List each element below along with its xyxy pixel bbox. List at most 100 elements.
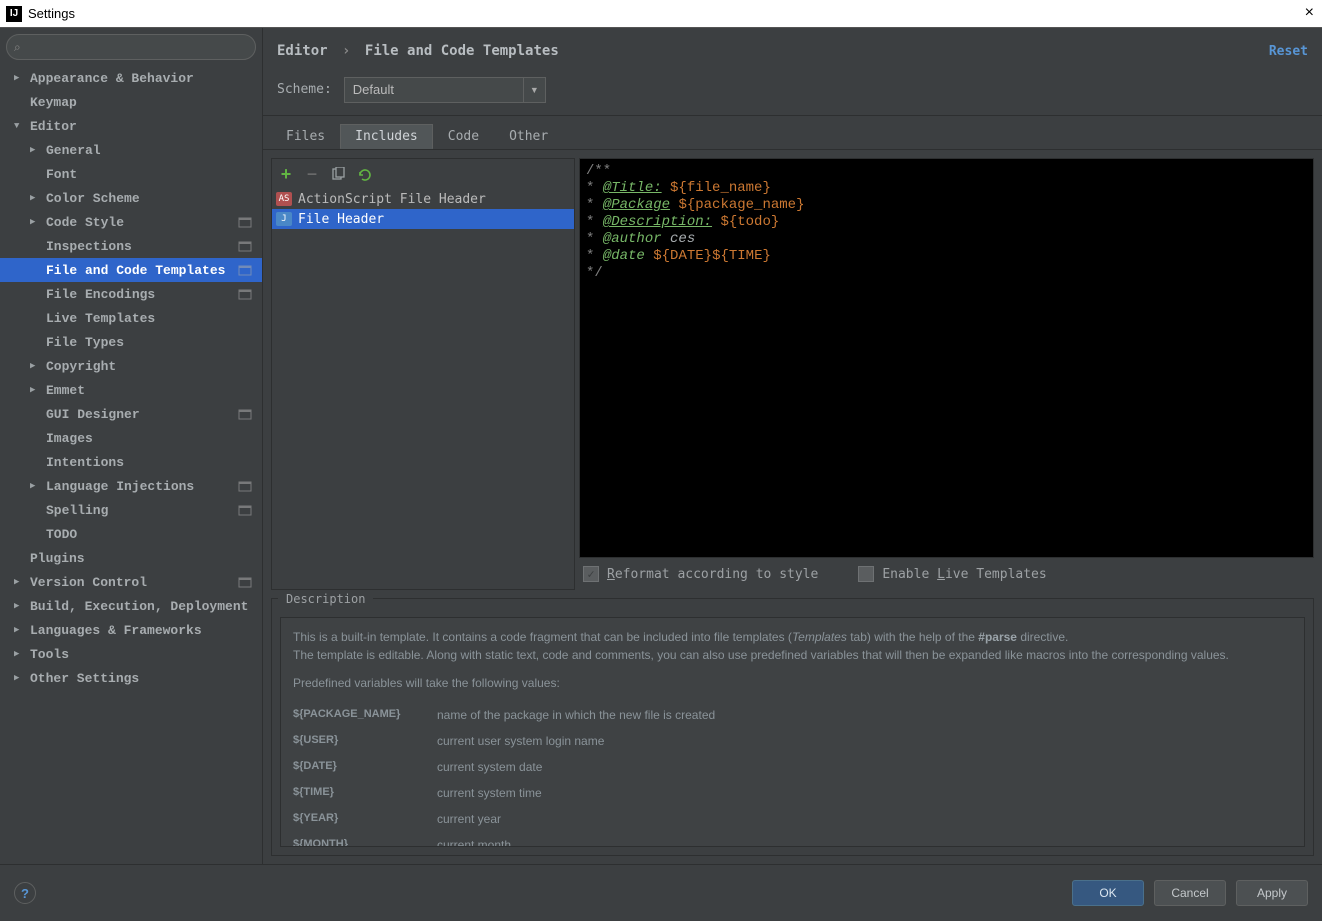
sidebar-item-keymap[interactable]: Keymap [0,90,262,114]
tree-arrow-icon: ▶ [30,145,42,155]
footer: ? OK Cancel Apply [0,864,1322,921]
tree-arrow-icon: ▶ [30,481,42,491]
tab-files[interactable]: Files [271,124,340,149]
variable-row: ${MONTH}current month [293,832,1292,847]
tree-arrow-icon: ▶ [30,193,42,203]
add-icon[interactable]: + [278,166,294,182]
sidebar-item-version-control[interactable]: ▶Version Control [0,570,262,594]
sidebar-item-label: Spelling [46,503,108,518]
scheme-select[interactable]: Default [344,77,524,103]
refresh-icon[interactable] [356,166,372,182]
sidebar-item-file-encodings[interactable]: File Encodings [0,282,262,306]
sidebar-item-code-style[interactable]: ▶Code Style [0,210,262,234]
help-icon[interactable]: ? [14,882,36,904]
sidebar-item-spelling[interactable]: Spelling [0,498,262,522]
tabs: FilesIncludesCodeOther [263,116,1322,150]
description-title: Description [278,590,373,608]
reformat-checkbox[interactable]: Reformat according to style [583,566,818,582]
window-title: Settings [28,6,75,21]
copy-icon[interactable] [330,166,346,182]
file-item-label: ActionScript File Header [298,192,486,207]
sidebar-item-file-types[interactable]: File Types [0,330,262,354]
search-input[interactable] [6,34,256,60]
sidebar-item-label: Build, Execution, Deployment [30,599,248,614]
sidebar-item-label: Plugins [30,551,85,566]
sidebar-item-general[interactable]: ▶ General [0,138,262,162]
tree-arrow-icon: ▶ [14,601,26,611]
variable-desc: current month [437,836,511,847]
sidebar-item-label: Images [46,431,93,446]
sidebar-item-label: Copyright [46,359,116,374]
sidebar-item-other-settings[interactable]: ▶Other Settings [0,666,262,690]
project-badge-icon [238,215,252,229]
file-item-file-header[interactable]: JFile Header [272,209,574,229]
variable-row: ${PACKAGE_NAME}name of the package in wh… [293,702,1292,728]
ok-button[interactable]: OK [1072,880,1144,906]
sidebar-item-label: Intentions [46,455,124,470]
breadcrumb-sep: › [342,43,350,59]
sidebar-item-intentions[interactable]: Intentions [0,450,262,474]
cancel-button[interactable]: Cancel [1154,880,1226,906]
variable-row: ${USER}current user system login name [293,728,1292,754]
apply-button[interactable]: Apply [1236,880,1308,906]
tree-arrow-icon: ▶ [30,361,42,371]
sidebar-item-images[interactable]: Images [0,426,262,450]
sidebar-item-label: Color Scheme [46,191,140,206]
sidebar-item-label: File Encodings [46,287,155,302]
sidebar-item-label: Font [46,167,77,182]
live-templates-checkbox[interactable]: Enable Live Templates [858,566,1046,582]
sidebar-item-label: GUI Designer [46,407,140,422]
project-badge-icon [238,407,252,421]
sidebar-item-label: TODO [46,527,77,542]
sidebar-item-inspections[interactable]: Inspections [0,234,262,258]
tab-code[interactable]: Code [433,124,494,149]
tab-other[interactable]: Other [494,124,563,149]
sidebar-item-plugins[interactable]: Plugins [0,546,262,570]
sidebar-item-label: Language Injections [46,479,194,494]
tab-includes[interactable]: Includes [340,124,433,149]
variable-name: ${USER} [293,732,437,750]
sidebar-item-label: General [46,143,101,158]
sidebar-item-label: Other Settings [30,671,139,686]
file-list: ASActionScript File HeaderJFile Header [272,189,574,589]
scheme-label: Scheme: [277,82,332,97]
sidebar-item-emmet[interactable]: ▶Emmet [0,378,262,402]
description-body: This is a built-in template. It contains… [280,617,1305,847]
close-icon[interactable]: × [1305,4,1314,22]
file-item-actionscript-file-header[interactable]: ASActionScript File Header [272,189,574,209]
sidebar-item-todo[interactable]: TODO [0,522,262,546]
scheme-dropdown-icon[interactable]: ▼ [524,77,546,103]
sidebar-item-copyright[interactable]: ▶ Copyright [0,354,262,378]
variable-row: ${YEAR}current year [293,806,1292,832]
file-type-icon: J [276,212,292,226]
remove-icon[interactable]: − [304,166,320,182]
sidebar-item-live-templates[interactable]: Live Templates [0,306,262,330]
sidebar-item-font[interactable]: Font [0,162,262,186]
sidebar-item-tools[interactable]: ▶Tools [0,642,262,666]
sidebar-item-languages-frameworks[interactable]: ▶Languages & Frameworks [0,618,262,642]
sidebar-item-label: Keymap [30,95,77,110]
sidebar-item-color-scheme[interactable]: ▶ Color Scheme [0,186,262,210]
sidebar-item-label: Editor [30,119,77,134]
template-editor[interactable]: /** * @Title: ${file_name} * @Package ${… [579,158,1314,558]
tree-arrow-icon: ▶ [14,625,26,635]
sidebar-item-label: Inspections [46,239,132,254]
variable-name: ${YEAR} [293,810,437,828]
project-badge-icon [238,503,252,517]
tree-arrow-icon: ▼ [14,121,26,131]
settings-tree: ▶Appearance & Behavior Keymap ▼ Editor ▶ Gene… [0,66,262,864]
variable-name: ${DATE} [293,758,437,776]
sidebar-item-file-and-code-templates[interactable]: File and Code Templates [0,258,262,282]
project-badge-icon [238,287,252,301]
sidebar-item-build-execution-deployment[interactable]: ▶ Build, Execution, Deployment [0,594,262,618]
variable-name: ${MONTH} [293,836,437,847]
sidebar-item-language-injections[interactable]: ▶ Language Injections [0,474,262,498]
reset-link[interactable]: Reset [1269,44,1308,59]
project-badge-icon [238,239,252,253]
sidebar-item-editor[interactable]: ▼ Editor [0,114,262,138]
variable-name: ${PACKAGE_NAME} [293,706,437,724]
scheme-value: Default [353,82,394,97]
checkbox-icon [583,566,599,582]
sidebar-item-appearance-behavior[interactable]: ▶Appearance & Behavior [0,66,262,90]
sidebar-item-gui-designer[interactable]: GUI Designer [0,402,262,426]
